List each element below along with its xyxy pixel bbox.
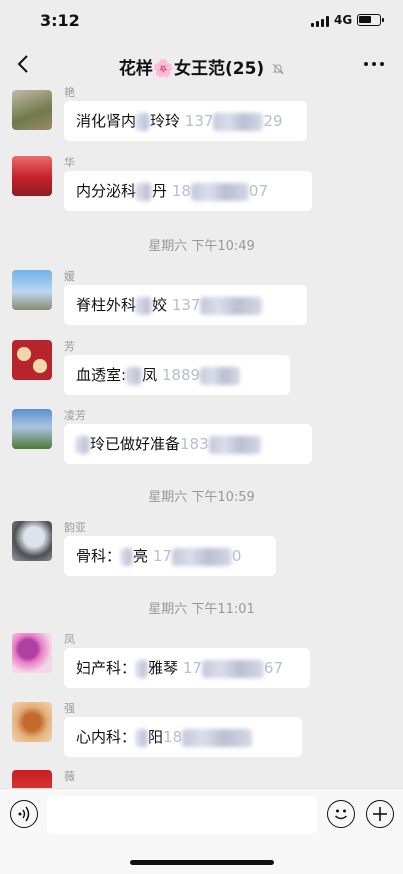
battery-icon	[357, 14, 384, 26]
message-bubble[interactable]: 脊柱外科姣 137	[64, 285, 307, 325]
message-text: 骨科：	[76, 547, 122, 565]
redacted-block	[136, 182, 153, 201]
message-text: 丹	[152, 182, 168, 200]
redacted-block	[182, 728, 253, 747]
redacted-block	[136, 728, 149, 747]
message-text: 血透室:	[76, 366, 127, 384]
nav-bar: 花样🌸女王范(25)	[0, 44, 403, 86]
phone-number-tail: 29	[263, 112, 283, 130]
redacted-block	[171, 547, 232, 566]
timestamp: 星期六 下午10:49	[148, 239, 255, 254]
message-text: 妇产科：	[76, 659, 137, 677]
sender-name: 薇	[64, 770, 75, 783]
redacted-block	[208, 435, 261, 454]
redacted-block	[201, 659, 264, 678]
more-dots-icon[interactable]	[364, 62, 386, 68]
message-input[interactable]	[47, 796, 317, 834]
redacted-block	[136, 296, 153, 315]
message-text: 凤	[142, 366, 158, 384]
avatar[interactable]	[12, 156, 52, 196]
message-text: 消化肾内	[76, 112, 137, 130]
avatar[interactable]	[12, 270, 52, 310]
plus-icon[interactable]	[366, 800, 394, 828]
redacted-block	[136, 112, 151, 131]
sender-name: 韵亚	[64, 521, 86, 534]
avatar[interactable]	[12, 340, 52, 380]
avatar[interactable]	[12, 409, 52, 449]
phone-number-tail: 07	[248, 182, 268, 200]
timestamp: 星期六 下午10:59	[148, 490, 255, 505]
avatar[interactable]	[12, 770, 52, 788]
chat-title-text: 花样🌸女王范(25)	[118, 59, 265, 79]
redacted-block	[121, 547, 134, 566]
chat-area[interactable]: 艳 消化肾内 玲玲 137 29 华 内分泌科丹 18 07 星期六 下午10:49 …	[0, 86, 403, 788]
voice-icon[interactable]	[10, 800, 38, 828]
avatar[interactable]	[12, 521, 52, 561]
message-bubble[interactable]: 内分泌科丹 18 07	[64, 171, 312, 211]
sender-name: 媛	[64, 270, 75, 283]
bell-muted-icon	[272, 63, 284, 75]
sender-name: 凌芳	[64, 409, 86, 422]
avatar[interactable]	[12, 702, 52, 742]
message-text: 雅琴	[148, 659, 179, 677]
phone-number-tail: 0	[231, 547, 242, 565]
message-text: 姣	[152, 296, 168, 314]
redacted-block	[76, 435, 90, 454]
message-text: 玲玲	[150, 112, 181, 130]
sender-name: 华	[64, 156, 75, 169]
message-text: 脊柱外科	[76, 296, 137, 314]
phone-number: 18	[171, 182, 191, 200]
phone-number: 137	[171, 296, 201, 314]
phone-number: 1889	[161, 366, 201, 384]
message-text: 阳	[148, 728, 164, 746]
message-text: 玲已做好准备	[90, 435, 181, 453]
emoji-icon[interactable]	[327, 800, 355, 828]
redacted-block	[190, 182, 249, 201]
redacted-block	[200, 296, 263, 315]
sender-name: 强	[64, 702, 75, 715]
redacted-block	[200, 366, 241, 385]
message-bubble[interactable]: 心内科： 阳18	[64, 717, 302, 757]
message-bubble[interactable]: 消化肾内 玲玲 137 29	[64, 101, 307, 141]
message-bubble[interactable]: 妇产科： 雅琴 17 67	[64, 648, 310, 688]
phone-number: 137	[184, 112, 214, 130]
phone-number: 18	[163, 728, 183, 746]
status-bar: 3:12 4G	[0, 0, 403, 44]
message-bubble[interactable]: 血透室: 凤 1889	[64, 355, 290, 395]
message-text: 内分泌科	[76, 182, 137, 200]
phone-number-tail: 67	[263, 659, 283, 677]
avatar[interactable]	[12, 633, 52, 673]
home-indicator[interactable]	[130, 860, 274, 865]
redacted-block	[126, 366, 143, 385]
sender-name: 凤	[64, 633, 75, 646]
avatar[interactable]	[12, 90, 52, 130]
chat-title: 花样🌸女王范(25)	[0, 54, 403, 79]
network-type: 4G	[334, 13, 353, 27]
signal-icon	[311, 16, 329, 27]
phone-number: 17	[182, 659, 202, 677]
sender-name: 芳	[64, 340, 75, 353]
sender-name: 艳	[64, 86, 75, 99]
timestamp: 星期六 下午11:01	[148, 602, 255, 617]
message-bubble[interactable]: 骨科： 亮 17 0	[64, 536, 276, 576]
phone-number: 183	[180, 435, 209, 453]
message-text: 心内科：	[76, 728, 137, 746]
status-time: 3:12	[40, 11, 80, 30]
message-text: 亮	[133, 547, 149, 565]
phone-number: 17	[152, 547, 172, 565]
redacted-block	[136, 659, 149, 678]
redacted-block	[213, 112, 264, 131]
message-bubble[interactable]: 玲已做好准备183	[64, 424, 312, 464]
